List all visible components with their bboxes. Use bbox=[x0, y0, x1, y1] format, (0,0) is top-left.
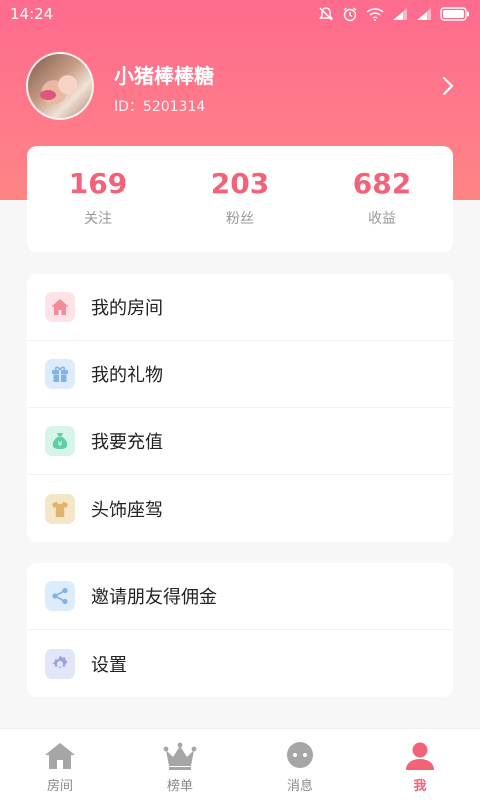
chat-icon bbox=[287, 742, 313, 768]
home-icon bbox=[45, 292, 75, 322]
menu-label: 我的礼物 bbox=[91, 365, 163, 386]
bottom-tab-bar: 房间 榜单 消息 我 bbox=[0, 728, 480, 800]
menu-item-my-room[interactable]: 我的房间 bbox=[27, 274, 453, 341]
wifi-icon bbox=[366, 8, 384, 21]
menu-card-main: 我的房间 我的礼物 ¥ 我要充值 头饰座驾 bbox=[27, 274, 453, 542]
tab-label: 榜单 bbox=[166, 779, 193, 794]
tab-rooms[interactable]: 房间 bbox=[0, 729, 120, 800]
stat-label: 粉丝 bbox=[226, 211, 254, 227]
stat-label: 收益 bbox=[368, 211, 396, 227]
menu-item-my-gifts[interactable]: 我的礼物 bbox=[27, 341, 453, 408]
menu-card-other: 邀请朋友得佣金 设置 bbox=[27, 563, 453, 697]
battery-icon bbox=[440, 7, 469, 21]
stats-card: 169 关注 203 粉丝 682 收益 bbox=[27, 146, 453, 252]
mute-bell-icon bbox=[319, 7, 333, 21]
tab-messages[interactable]: 消息 bbox=[240, 729, 360, 800]
menu-label: 设置 bbox=[91, 654, 127, 676]
svg-text:¥: ¥ bbox=[58, 440, 63, 448]
tab-me[interactable]: 我 bbox=[360, 729, 480, 800]
status-icons bbox=[318, 6, 470, 22]
profile-header[interactable]: 小猪棒棒糖 ID：5201314 bbox=[0, 50, 480, 122]
menu-label: 头饰座驾 bbox=[91, 499, 163, 521]
status-time: 14:24 bbox=[10, 5, 54, 23]
menu-item-settings[interactable]: 设置 bbox=[27, 630, 453, 697]
user-id: ID：5201314 bbox=[114, 99, 206, 115]
tab-label: 消息 bbox=[286, 779, 313, 794]
tab-rankings[interactable]: 榜单 bbox=[120, 729, 240, 800]
money-bag-icon: ¥ bbox=[45, 426, 75, 456]
avatar[interactable] bbox=[26, 52, 94, 120]
signal-icon-2 bbox=[417, 8, 431, 20]
alarm-icon bbox=[343, 7, 357, 22]
stat-value: 682 bbox=[352, 167, 412, 200]
crown-icon bbox=[163, 742, 197, 770]
gift-icon bbox=[45, 359, 75, 389]
menu-item-recharge[interactable]: ¥ 我要充值 bbox=[27, 408, 453, 475]
nickname: 小猪棒棒糖 bbox=[114, 64, 214, 88]
menu-item-invite-friends[interactable]: 邀请朋友得佣金 bbox=[27, 563, 453, 630]
stat-value: 203 bbox=[210, 167, 270, 200]
stat-fans[interactable]: 203 粉丝 bbox=[169, 146, 311, 252]
stat-following[interactable]: 169 关注 bbox=[27, 146, 169, 252]
menu-label: 我的房间 bbox=[91, 298, 163, 319]
stat-earnings[interactable]: 682 收益 bbox=[311, 146, 453, 252]
share-icon bbox=[45, 581, 75, 611]
menu-item-headwear-mount[interactable]: 头饰座驾 bbox=[27, 475, 453, 542]
shirt-icon bbox=[45, 493, 75, 524]
house-icon bbox=[45, 743, 75, 769]
chevron-right-icon[interactable] bbox=[438, 74, 458, 98]
status-bar: 14:24 bbox=[0, 0, 480, 28]
stat-label: 关注 bbox=[84, 211, 112, 227]
settings-icon bbox=[45, 648, 75, 679]
signal-icon-1 bbox=[393, 8, 407, 20]
tab-label: 房间 bbox=[46, 779, 73, 794]
person-icon bbox=[406, 742, 434, 770]
tab-label: 我 bbox=[413, 779, 427, 794]
menu-label: 我要充值 bbox=[91, 432, 163, 453]
stat-value: 169 bbox=[68, 167, 128, 200]
menu-label: 邀请朋友得佣金 bbox=[91, 587, 217, 608]
